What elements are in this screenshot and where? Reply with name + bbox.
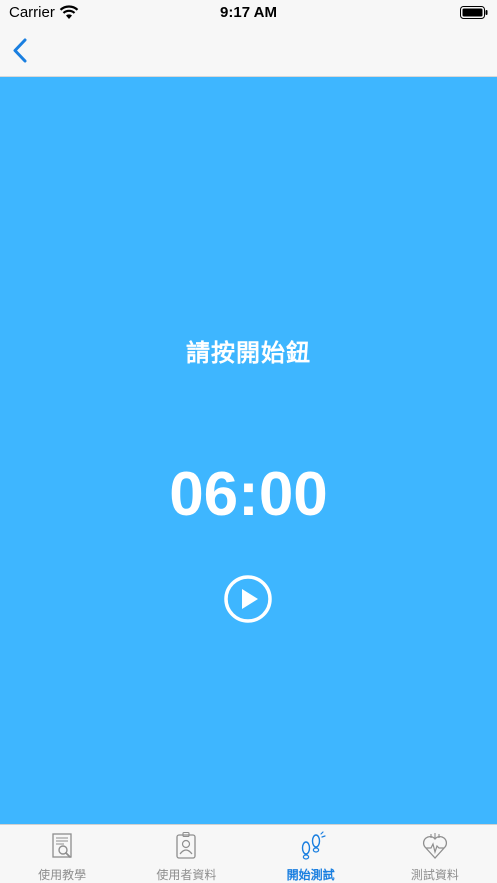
tab-start-test[interactable]: 開始測試 [249,825,373,883]
tutorial-icon [52,833,72,858]
back-chevron-icon[interactable] [10,36,38,66]
status-time: 9:17 AM [220,4,277,21]
play-button[interactable] [223,574,273,624]
tab-label-test-data: 測試資料 [410,868,459,882]
status-bar: Carrier 9:17 AM [0,0,497,26]
test-panel: 請按開始鈕 06:00 [0,77,497,824]
tab-user-profile[interactable]: 使用者資料 [124,825,248,883]
user-card-icon [176,831,197,859]
tab-label-tutorial: 使用教學 [38,868,87,882]
battery-icon [460,6,488,19]
navigation-bar [0,26,497,77]
tab-label-user-profile: 使用者資料 [156,868,217,882]
countdown-timer: 06:00 [169,460,328,529]
start-prompt: 請按開始鈕 [186,339,311,367]
footsteps-icon [301,831,326,860]
tab-tutorial[interactable]: 使用教學 [0,825,124,883]
tab-bar: 使用教學 使用者資料 開始測試 測試資料 [0,824,497,883]
heart-data-icon [422,833,447,859]
tab-test-data[interactable]: 測試資料 [373,825,497,883]
tab-label-start-test: 開始測試 [286,868,335,882]
